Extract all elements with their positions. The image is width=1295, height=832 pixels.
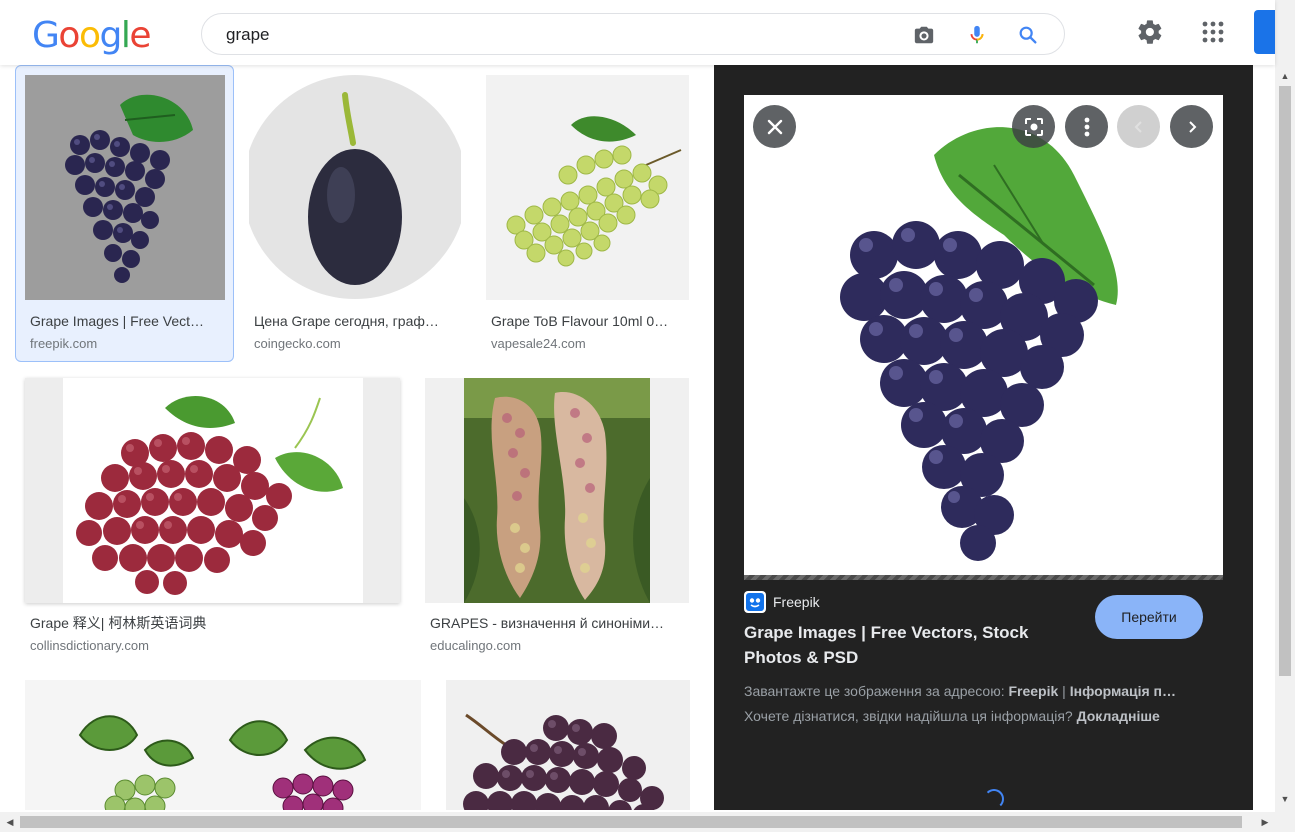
scroll-left-arrow-icon[interactable]: ◀	[2, 816, 18, 828]
logo-letter[interactable]: l	[121, 16, 131, 56]
scroll-right-arrow-icon[interactable]: ▶	[1257, 816, 1273, 828]
logo-letter[interactable]: o	[58, 16, 80, 56]
close-button[interactable]	[753, 105, 796, 148]
source-row[interactable]: Freepik	[744, 590, 820, 614]
info-question-line: Хочете дізнатися, звідки надійшла ця інф…	[744, 707, 1224, 725]
result-thumbnail[interactable]	[486, 75, 689, 300]
search-input[interactable]	[226, 24, 886, 46]
google-images-page: { "header": { "logo_letters": [ {"ch": "…	[0, 0, 1295, 832]
scroll-up-arrow-icon[interactable]: ▲	[1277, 70, 1293, 82]
learn-more-link[interactable]: Докладніше	[1077, 708, 1160, 724]
result-thumbnail[interactable]	[446, 680, 690, 810]
license-info-link[interactable]: Інформація п…	[1070, 683, 1176, 699]
result-source[interactable]: collinsdictionary.com	[30, 638, 149, 654]
result-source[interactable]: freepik.com	[30, 336, 97, 352]
top-header: Google	[0, 0, 1275, 65]
result-thumbnail[interactable]	[25, 378, 400, 603]
google-logo[interactable]: Google	[32, 16, 151, 56]
apps-grid-icon[interactable]	[1198, 17, 1228, 47]
result-card[interactable]	[446, 680, 690, 810]
logo-letter[interactable]: g	[99, 16, 122, 56]
search-icon[interactable]	[1016, 23, 1040, 47]
separator: |	[1058, 683, 1070, 699]
result-card[interactable]: Цена Grape сегодня, граф… coingecko.com	[249, 75, 462, 365]
preview-title[interactable]: Grape Images | Free Vectors, Stock Photo…	[744, 620, 1074, 670]
preview-image[interactable]	[744, 95, 1223, 575]
previous-button[interactable]	[1117, 105, 1160, 148]
loading-bar	[744, 575, 1223, 580]
scroll-down-arrow-icon[interactable]: ▼	[1277, 793, 1293, 805]
lens-button[interactable]	[1012, 105, 1055, 148]
result-card[interactable]: Grape Images | Free Vect… freepik.com	[15, 65, 234, 362]
search-box	[201, 13, 1065, 55]
next-button[interactable]	[1170, 105, 1213, 148]
microphone-icon[interactable]	[965, 23, 989, 47]
result-thumbnail[interactable]	[25, 75, 225, 300]
loading-spinner-icon	[984, 789, 1004, 809]
result-source[interactable]: educalingo.com	[430, 638, 521, 654]
close-icon	[767, 119, 782, 134]
result-thumbnail[interactable]	[425, 378, 689, 603]
result-card[interactable]: GRAPES - визначення й синоніми… educalin…	[425, 378, 690, 668]
more-vert-icon	[1084, 117, 1089, 136]
logo-letter[interactable]: G	[32, 16, 60, 56]
result-title[interactable]: Grape ToB Flavour 10ml 0…	[491, 312, 683, 330]
result-card[interactable]: Grape ToB Flavour 10ml 0… vapesale24.com	[486, 75, 690, 365]
result-title[interactable]: Grape 释义| 柯林斯英语词典	[30, 614, 390, 632]
download-source-link[interactable]: Freepik	[1008, 683, 1058, 699]
chevron-left-icon	[1134, 120, 1142, 133]
image-results-grid: Grape Images | Free Vect… freepik.com Це…	[0, 65, 714, 810]
result-title[interactable]: Grape Images | Free Vect…	[30, 312, 220, 330]
vertical-scroll-thumb[interactable]	[1279, 86, 1291, 676]
result-thumbnail[interactable]	[25, 680, 421, 810]
logo-letter[interactable]: o	[79, 16, 101, 56]
result-source[interactable]: coingecko.com	[254, 336, 341, 352]
horizontal-scroll-thumb[interactable]	[20, 816, 1242, 828]
download-info-text: Завантажте це зображення за адресою:	[744, 683, 1005, 699]
freepik-favicon-icon	[744, 591, 766, 613]
result-card[interactable]	[25, 680, 421, 810]
result-card[interactable]: Grape 释义| 柯林斯英语词典 collinsdictionary.com	[25, 378, 401, 668]
info-question-text: Хочете дізнатися, звідки надійшла ця інф…	[744, 708, 1073, 724]
source-name[interactable]: Freepik	[773, 594, 820, 610]
result-source[interactable]: vapesale24.com	[491, 336, 586, 352]
chevron-right-icon	[1188, 120, 1196, 133]
download-info-line: Завантажте це зображення за адресою: Fre…	[744, 682, 1224, 700]
sign-in-button[interactable]	[1254, 10, 1275, 54]
visit-button[interactable]: Перейти	[1095, 595, 1203, 639]
preview-panel: Freepik Grape Images | Free Vectors, Sto…	[714, 65, 1253, 810]
more-options-button[interactable]	[1065, 105, 1108, 148]
lens-icon	[1024, 117, 1043, 136]
result-title[interactable]: Цена Grape сегодня, граф…	[254, 312, 454, 330]
settings-gear-icon[interactable]	[1135, 17, 1165, 47]
camera-icon[interactable]	[912, 23, 936, 47]
result-thumbnail[interactable]	[249, 75, 461, 300]
result-title[interactable]: GRAPES - визначення й синоніми…	[430, 614, 684, 632]
logo-letter[interactable]: e	[129, 16, 151, 56]
